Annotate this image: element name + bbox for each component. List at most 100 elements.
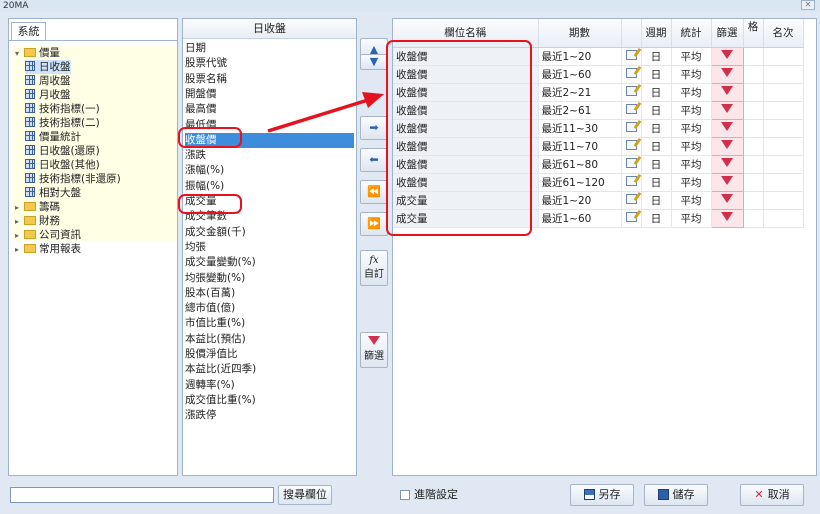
filter-button[interactable]: 篩選 (360, 332, 388, 368)
field-list-item[interactable]: 股票名稱 (185, 72, 354, 87)
field-list-item[interactable]: 總市值(億) (185, 301, 354, 316)
field-list-header: 日收盤 (183, 19, 356, 39)
field-list-item[interactable]: 均張變動(%) (185, 271, 354, 286)
field-list-item[interactable]: 均張 (185, 240, 354, 255)
field-list-item[interactable]: 成交值比重(%) (185, 393, 354, 408)
field-list-item[interactable]: 開盤價 (185, 87, 354, 102)
tree-node[interactable]: 技術指標(一) (25, 102, 100, 116)
tree-node[interactable]: 日收盤 (25, 60, 71, 74)
funnel-icon[interactable] (710, 82, 744, 102)
collapsed-arrow-icon[interactable]: ▸ (15, 201, 24, 215)
tree-node[interactable]: ▸ 公司資訊 (15, 228, 81, 242)
field-list-item[interactable]: 成交金額(千) (185, 225, 354, 240)
field-list-item[interactable]: 漲跌停 (185, 408, 354, 423)
table-icon (25, 187, 35, 197)
funnel-icon[interactable] (710, 46, 744, 66)
save-as-button[interactable]: 另存 (570, 484, 634, 506)
field-list-item[interactable]: 最高價 (185, 102, 354, 117)
cell-format (743, 209, 764, 228)
cell-cycle: 日 (641, 101, 672, 120)
funnel-icon[interactable] (710, 208, 744, 228)
edit-icon[interactable] (621, 173, 642, 192)
col-filter[interactable]: 篩選 (711, 19, 744, 48)
field-list-item[interactable]: 成交量變動(%) (185, 255, 354, 270)
field-list-item[interactable]: 市值比重(%) (185, 316, 354, 331)
tree-node[interactable]: ▸ 籌碼 (15, 200, 60, 214)
search-field-button[interactable]: 搜尋欄位 (278, 485, 332, 505)
field-list-panel: 日收盤 日期 股票代號 股票名稱 開盤價 最高價 最低價 收盤價 漲跌 漲幅(%) 振幅(%) 成交… (182, 18, 357, 476)
edit-icon[interactable] (621, 83, 642, 102)
col-rank[interactable]: 名次 (763, 19, 804, 48)
col-format[interactable]: 格 (743, 19, 764, 48)
move-down-button[interactable]: ▼ (360, 54, 388, 70)
tree-node[interactable]: 價量統計 (25, 130, 81, 144)
table-icon (25, 173, 35, 183)
cancel-label: 取消 (767, 488, 790, 501)
funnel-icon[interactable] (710, 100, 744, 120)
cell-rank (763, 173, 804, 192)
advanced-settings-checkbox[interactable] (400, 490, 410, 500)
funnel-icon[interactable] (710, 136, 744, 156)
cell-period: 最近61~80 (538, 155, 622, 174)
field-list-item[interactable]: 股本(百萬) (185, 286, 354, 301)
field-list-item[interactable]: 本益比(預估) (185, 332, 354, 347)
add-field-button[interactable]: ➡ (360, 116, 388, 140)
col-cycle[interactable]: 週期 (641, 19, 672, 48)
expanded-arrow-icon[interactable]: ▾ (15, 47, 24, 61)
tree-node[interactable]: ▸ 財務 (15, 214, 60, 228)
tree-node-label: 周收盤 (39, 75, 71, 87)
cell-stat: 平均 (671, 191, 712, 210)
field-list-item[interactable]: 漲幅(%) (185, 163, 354, 178)
edit-icon[interactable] (621, 155, 642, 174)
save-label: 儲存 (672, 488, 695, 501)
field-list-item[interactable]: 週轉率(%) (185, 378, 354, 393)
col-period[interactable]: 期數 (538, 19, 622, 48)
tree-node[interactable]: ▸ 常用報表 (15, 242, 81, 256)
remove-field-button[interactable]: ⬅ (360, 148, 388, 172)
funnel-icon[interactable] (710, 154, 744, 174)
tree-node[interactable]: 技術指標(二) (25, 116, 100, 130)
col-stat[interactable]: 統計 (671, 19, 712, 48)
edit-icon[interactable] (621, 47, 642, 66)
table-icon (25, 103, 35, 113)
edit-icon[interactable] (621, 101, 642, 120)
cell-format (743, 191, 764, 210)
cell-period: 最近61~120 (538, 173, 622, 192)
save-button[interactable]: 儲存 (644, 484, 708, 506)
funnel-icon[interactable] (710, 190, 744, 210)
field-list-item[interactable]: 股票代號 (185, 56, 354, 71)
tree-node[interactable]: 日收盤(其他) (25, 158, 100, 172)
field-list-item[interactable]: 漲跌 (185, 148, 354, 163)
tree-node[interactable]: 日收盤(還原) (25, 144, 100, 158)
edit-icon[interactable] (621, 65, 642, 84)
tree-node[interactable]: 技術指標(非還原) (25, 172, 121, 186)
field-list-item[interactable]: 本益比(近四季) (185, 362, 354, 377)
collapsed-arrow-icon[interactable]: ▸ (15, 215, 24, 229)
collapsed-arrow-icon[interactable]: ▸ (15, 229, 24, 243)
edit-icon[interactable] (621, 137, 642, 156)
field-list-item[interactable]: 股價淨值比 (185, 347, 354, 362)
tree-node[interactable]: ▾ 價量 (15, 46, 60, 60)
cell-stat: 平均 (671, 119, 712, 138)
cell-period: 最近2~61 (538, 101, 622, 120)
edit-icon[interactable] (621, 119, 642, 138)
field-list-item[interactable]: 日期 (185, 41, 354, 56)
field-search-input[interactable] (10, 487, 274, 503)
custom-formula-button[interactable]: fx 自訂 (360, 250, 388, 286)
field-list-item[interactable]: 振幅(%) (185, 179, 354, 194)
close-icon[interactable]: ✕ (801, 0, 815, 10)
remove-all-button[interactable]: ⏪ (360, 180, 388, 204)
table-icon (25, 61, 35, 71)
funnel-icon[interactable] (710, 118, 744, 138)
cancel-button[interactable]: ✕ 取消 (740, 484, 804, 506)
funnel-icon[interactable] (710, 64, 744, 84)
funnel-icon[interactable] (710, 172, 744, 192)
edit-icon[interactable] (621, 209, 642, 228)
tree-node[interactable]: 周收盤 (25, 74, 71, 88)
edit-icon[interactable] (621, 191, 642, 210)
collapsed-arrow-icon[interactable]: ▸ (15, 243, 24, 257)
tree-node[interactable]: 相對大盤 (25, 186, 81, 200)
tab-system[interactable]: 系統 (11, 22, 46, 41)
tree-node[interactable]: 月收盤 (25, 88, 71, 102)
add-all-button[interactable]: ⏩ (360, 212, 388, 236)
